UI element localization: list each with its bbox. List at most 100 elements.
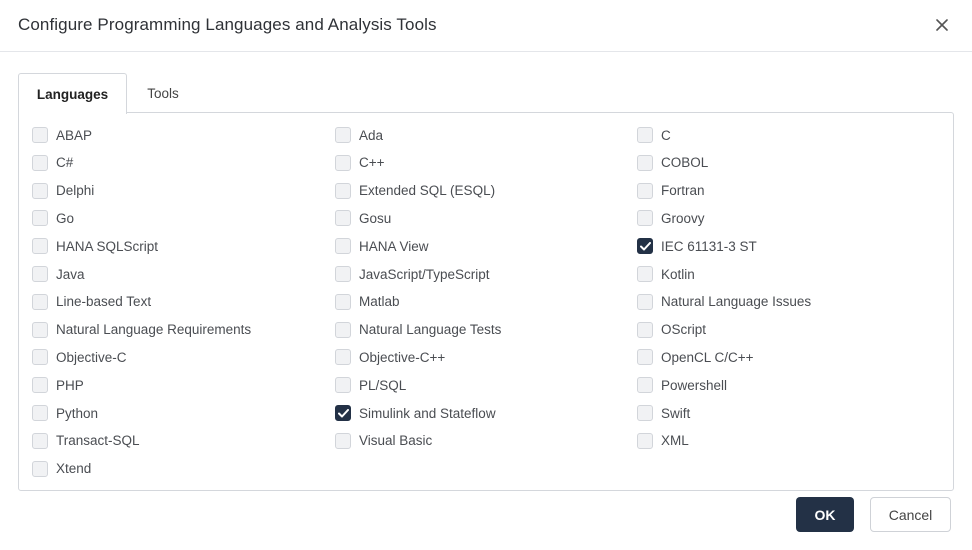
language-option-fortran[interactable]: Fortran <box>637 181 705 201</box>
language-label: C <box>661 127 671 143</box>
close-button[interactable] <box>932 17 952 37</box>
language-option-extended-sql-esql[interactable]: Extended SQL (ESQL) <box>335 181 495 201</box>
checkbox[interactable] <box>335 432 351 449</box>
checkbox[interactable] <box>32 321 48 338</box>
checkbox[interactable] <box>32 266 48 282</box>
language-option-delphi[interactable]: Delphi <box>32 181 94 201</box>
checkbox[interactable] <box>335 405 351 421</box>
checkbox[interactable] <box>335 238 351 255</box>
language-option-opencl-c-c[interactable]: OpenCL C/C++ <box>637 347 754 367</box>
checkbox[interactable] <box>32 293 48 310</box>
language-option-groovy[interactable]: Groovy <box>637 208 705 228</box>
language-option-matlab[interactable]: Matlab <box>335 292 400 312</box>
language-label: Transact-SQL <box>56 433 140 449</box>
language-label: PHP <box>56 377 84 393</box>
language-option-line-based-text[interactable]: Line-based Text <box>32 292 151 312</box>
checkbox[interactable] <box>32 127 48 143</box>
tab-languages[interactable]: Languages <box>18 73 127 114</box>
checkbox[interactable] <box>637 154 653 171</box>
language-label: Java <box>56 266 85 282</box>
language-option-kotlin[interactable]: Kotlin <box>637 264 695 284</box>
language-option-c[interactable]: C <box>637 125 671 145</box>
checkbox[interactable] <box>32 210 48 227</box>
language-option-abap[interactable]: ABAP <box>32 125 92 145</box>
language-option-java[interactable]: Java <box>32 264 85 284</box>
language-option-ada[interactable]: Ada <box>335 125 383 145</box>
language-option-c[interactable]: C++ <box>335 153 385 173</box>
tab-tools[interactable]: Tools <box>127 73 199 113</box>
ok-button[interactable]: OK <box>796 497 854 532</box>
checkbox[interactable] <box>335 321 351 338</box>
checkbox[interactable] <box>32 154 48 171</box>
checkbox[interactable] <box>637 238 653 255</box>
language-option-objective-c[interactable]: Objective-C++ <box>335 347 445 367</box>
language-option-transact-sql[interactable]: Transact-SQL <box>32 431 140 451</box>
language-label: PL/SQL <box>359 377 407 393</box>
language-option-xml[interactable]: XML <box>637 431 689 451</box>
checkbox[interactable] <box>32 377 48 394</box>
checkbox[interactable] <box>335 182 351 199</box>
language-label: ABAP <box>56 127 93 143</box>
language-option-python[interactable]: Python <box>32 403 98 423</box>
language-option-hana-view[interactable]: HANA View <box>335 236 429 256</box>
language-label: Delphi <box>56 183 95 199</box>
language-label: C++ <box>359 155 385 171</box>
checkbox[interactable] <box>637 377 653 394</box>
language-label: Gosu <box>359 210 392 226</box>
checkbox[interactable] <box>335 293 351 310</box>
language-option-hana-sqlscript[interactable]: HANA SQLScript <box>32 236 158 256</box>
language-option-objective-c[interactable]: Objective-C <box>32 347 127 367</box>
checkbox[interactable] <box>637 293 653 310</box>
language-label: JavaScript/TypeScript <box>359 266 490 282</box>
language-option-visual-basic[interactable]: Visual Basic <box>335 431 432 451</box>
checkbox[interactable] <box>637 321 653 338</box>
language-label: Groovy <box>661 210 705 226</box>
checkbox[interactable] <box>637 349 653 366</box>
checkbox[interactable] <box>32 182 48 199</box>
language-option-javascript-typescript[interactable]: JavaScript/TypeScript <box>335 264 490 284</box>
language-option-oscript[interactable]: OScript <box>637 320 706 340</box>
checkbox[interactable] <box>335 154 351 171</box>
close-icon[interactable] <box>936 18 948 36</box>
language-option-swift[interactable]: Swift <box>637 403 690 423</box>
checkbox[interactable] <box>32 432 48 449</box>
cancel-button[interactable]: Cancel <box>870 497 951 532</box>
language-label: Powershell <box>661 377 728 393</box>
language-label: XML <box>661 433 689 449</box>
language-option-natural-language-issues[interactable]: Natural Language Issues <box>637 292 811 312</box>
language-option-go[interactable]: Go <box>32 208 74 228</box>
checkbox[interactable] <box>335 377 351 394</box>
language-option-iec-61131-3-st[interactable]: IEC 61131-3 ST <box>637 236 757 256</box>
language-option-xtend[interactable]: Xtend <box>32 459 91 479</box>
dialog-title: Configure Programming Languages and Anal… <box>18 15 437 34</box>
checkbox[interactable] <box>637 210 653 227</box>
language-option-pl-sql[interactable]: PL/SQL <box>335 375 406 395</box>
dialog-header: Configure Programming Languages and Anal… <box>0 0 972 52</box>
language-option-simulink-and-stateflow[interactable]: Simulink and Stateflow <box>335 403 496 423</box>
checkbox[interactable] <box>335 266 351 282</box>
checkbox[interactable] <box>335 210 351 227</box>
checkbox[interactable] <box>637 405 653 421</box>
checkbox[interactable] <box>32 460 48 477</box>
checkbox[interactable] <box>32 405 48 421</box>
checkbox[interactable] <box>637 182 653 199</box>
language-option-natural-language-tests[interactable]: Natural Language Tests <box>335 320 501 340</box>
language-option-natural-language-requirements[interactable]: Natural Language Requirements <box>32 320 251 340</box>
checkbox[interactable] <box>32 349 48 366</box>
language-label: Matlab <box>359 294 400 310</box>
language-label: Natural Language Requirements <box>56 322 252 338</box>
language-option-php[interactable]: PHP <box>32 375 84 395</box>
checkbox[interactable] <box>637 432 653 449</box>
language-option-gosu[interactable]: Gosu <box>335 208 391 228</box>
checkbox[interactable] <box>637 127 653 143</box>
language-label: Line-based Text <box>56 294 152 310</box>
language-label: Kotlin <box>661 266 695 282</box>
checkbox[interactable] <box>335 349 351 366</box>
checkbox[interactable] <box>32 238 48 255</box>
language-option-powershell[interactable]: Powershell <box>637 375 727 395</box>
language-label: Extended SQL (ESQL) <box>359 183 496 199</box>
checkbox[interactable] <box>335 127 351 143</box>
checkbox[interactable] <box>637 266 653 282</box>
language-option-c[interactable]: C# <box>32 153 73 173</box>
language-option-cobol[interactable]: COBOL <box>637 153 708 173</box>
